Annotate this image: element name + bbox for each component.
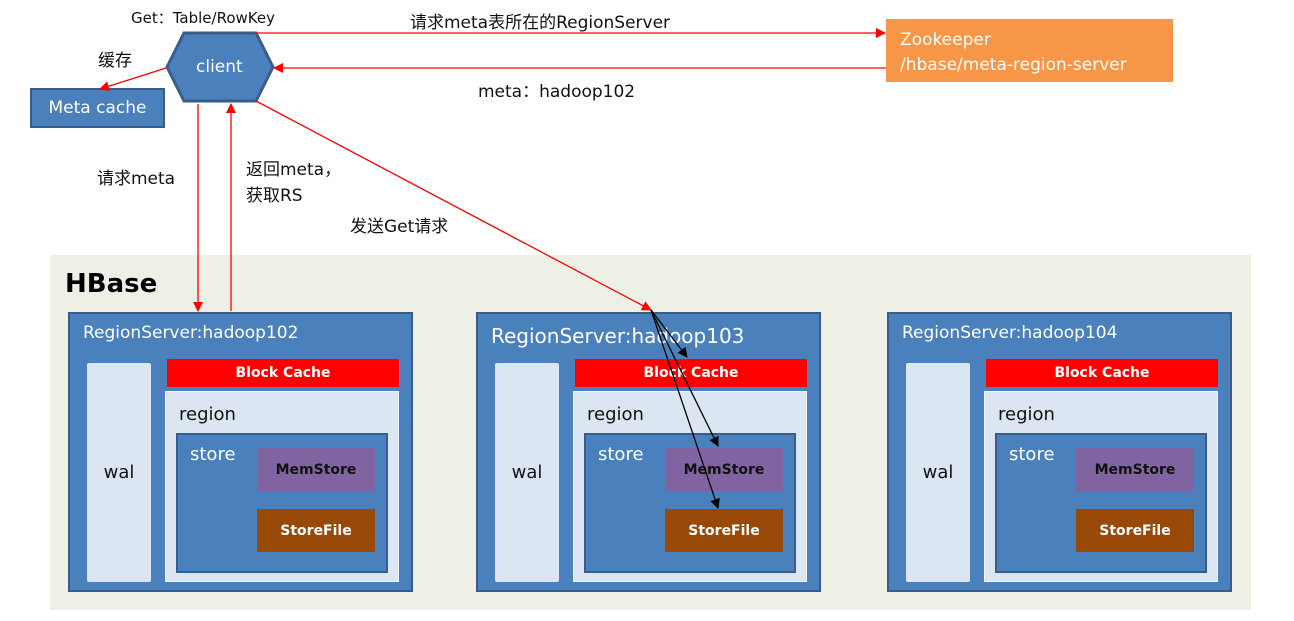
get-rs-label: 获取RS <box>246 186 303 206</box>
client-label: client <box>196 57 243 77</box>
zookeeper-reply-label: meta：hadoop102 <box>478 82 636 102</box>
arrow-to-memstore <box>650 309 719 447</box>
ask-zookeeper-label: 请求meta表所在的RegionServer <box>410 13 671 33</box>
arrow-cache <box>99 67 167 92</box>
send-get-label: 发送Get请求 <box>350 217 449 237</box>
client-request-label: Get：Table/RowKey <box>131 9 275 27</box>
request-meta-label: 请求meta <box>97 169 176 189</box>
cache-label: 缓存 <box>98 51 132 71</box>
arrow-send-get <box>255 100 652 311</box>
arrows-layer <box>99 28 886 509</box>
arrow-to-block-cache <box>650 309 688 358</box>
arrow-to-storefile <box>650 309 720 509</box>
return-meta-label: 返回meta， <box>246 160 342 180</box>
